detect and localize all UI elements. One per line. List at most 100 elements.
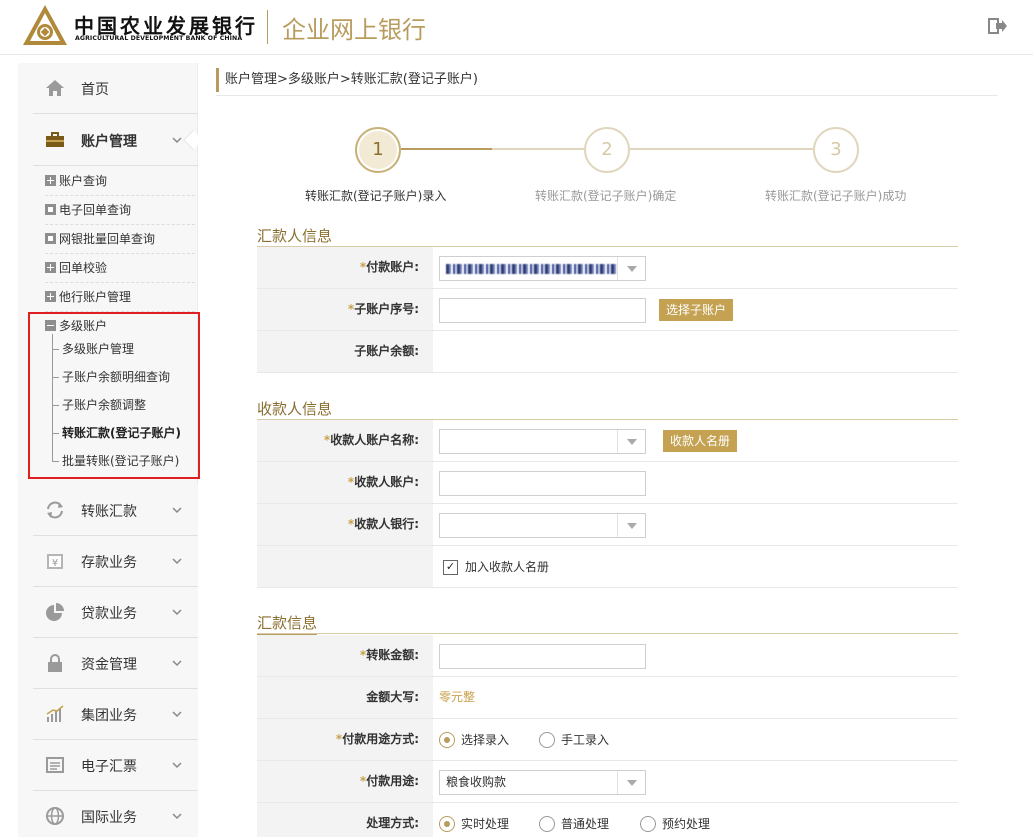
step-3-circle: 3: [813, 127, 859, 173]
chevron-down-icon: [172, 660, 182, 667]
sidebar-item-account-query[interactable]: 账户查询: [45, 172, 107, 192]
briefcase-icon: [46, 132, 64, 147]
row-purpose: *付款用途: 粮食收购款: [257, 761, 958, 803]
radio-process-realtime[interactable]: 实时处理: [439, 816, 509, 834]
dropdown-arrow-icon: [617, 771, 645, 794]
label-payee-bank: 收款人银行:: [354, 517, 419, 531]
home-icon: [46, 80, 64, 96]
row-payee-name: *收款人账户名称: 收款人名册: [257, 420, 958, 462]
payee-account-input[interactable]: [439, 471, 646, 496]
row-amount-upper: 金额大写: 零元整: [257, 677, 958, 719]
highlight-box: [28, 312, 200, 479]
leaf-square-icon: [45, 233, 56, 244]
expand-plus-icon: [45, 291, 56, 302]
row-add-to-payee-list: 加入收款人名册: [257, 546, 958, 588]
divider: [45, 195, 195, 196]
select-sub-account-button[interactable]: 选择子账户: [659, 299, 734, 321]
sidebar-item-other-bank-account[interactable]: 他行账户管理: [45, 288, 131, 308]
nav-loan-label: 贷款业务: [81, 606, 137, 622]
sub-account-no-input[interactable]: [439, 298, 646, 323]
yen-box-icon: ¥: [47, 554, 63, 569]
nav-international-label: 国际业务: [81, 810, 137, 826]
section-rule: [257, 633, 958, 634]
purpose-selected-value: 粮食收购款: [446, 775, 507, 789]
radio-purpose-manual[interactable]: 手工录入: [539, 732, 609, 750]
header: 中国农业发展银行 AGRICULTURAL DEVELOPMENT BANK O…: [0, 0, 1033, 55]
nav-group[interactable]: 集团业务: [33, 689, 198, 740]
logout-icon[interactable]: [986, 15, 1008, 37]
portal-title: 企业网上银行: [282, 16, 426, 44]
nav-home[interactable]: 首页: [33, 63, 198, 114]
row-purpose-mode: *付款用途方式: 选择录入 手工录入: [257, 719, 958, 761]
step-progress-line: [401, 148, 492, 150]
sidebar-item-e-receipt-query[interactable]: 电子回单查询: [45, 201, 131, 221]
payee-name-select[interactable]: [439, 429, 646, 454]
sidebar-item-receipt-verify[interactable]: 回单校验: [45, 259, 107, 279]
step-3-label: 转账汇款(登记子账户)成功: [765, 189, 907, 203]
payee-list-button[interactable]: 收款人名册: [663, 430, 738, 452]
nav-account-management-label: 账户管理: [81, 134, 137, 150]
header-divider: [267, 10, 268, 44]
row-payee-account: *收款人账户:: [257, 462, 958, 504]
nav-loan[interactable]: 贷款业务: [33, 587, 198, 638]
step-1-label: 转账汇款(登记子账户)录入: [305, 189, 447, 203]
step-progress-line: [492, 148, 584, 150]
nav-deposit[interactable]: ¥ 存款业务: [33, 536, 198, 587]
nav-group-label: 集团业务: [81, 708, 137, 724]
chevron-down-icon: [172, 137, 182, 144]
nav-fund[interactable]: 资金管理: [33, 638, 198, 689]
chevron-down-icon: [172, 507, 182, 514]
lock-icon: [48, 654, 62, 672]
row-pay-account: *付款账户:: [257, 247, 958, 289]
nav-account-management[interactable]: 账户管理: [33, 115, 198, 166]
dropdown-arrow-icon: [617, 257, 645, 280]
chevron-down-icon: [172, 711, 182, 718]
label-process-mode: 处理方式:: [366, 816, 419, 830]
label-amount-upper: 金额大写:: [366, 690, 419, 704]
expand-plus-icon: [45, 262, 56, 273]
nav-transfer-label: 转账汇款: [81, 504, 137, 520]
nav-international[interactable]: 国际业务: [33, 791, 198, 837]
purpose-select[interactable]: 粮食收购款: [439, 770, 646, 795]
document-icon: [46, 757, 64, 773]
nav-home-label: 首页: [81, 82, 109, 98]
radio-purpose-select[interactable]: 选择录入: [439, 732, 509, 750]
step-2-label: 转账汇款(登记子账户)确定: [535, 189, 677, 203]
leaf-square-icon: [45, 204, 56, 215]
row-process-mode: 处理方式: 实时处理 普通处理 预约处理: [257, 803, 958, 837]
label-payee-account: 收款人账户:: [354, 475, 419, 489]
nav-ebill-label: 电子汇票: [81, 759, 137, 775]
row-amount: *转账金额:: [257, 635, 958, 677]
svg-text:¥: ¥: [52, 558, 58, 569]
label-purpose-mode: 付款用途方式:: [342, 732, 419, 746]
divider: [45, 224, 195, 225]
row-payee-bank: *收款人银行:: [257, 504, 958, 546]
amount-upper-value: 零元整: [439, 690, 476, 704]
masked-account-number: [446, 263, 616, 274]
sidebar-item-batch-receipt-query[interactable]: 网银批量回单查询: [45, 230, 155, 250]
radio-process-normal[interactable]: 普通处理: [539, 816, 609, 834]
nav-transfer[interactable]: 转账汇款: [33, 485, 198, 536]
nav-deposit-label: 存款业务: [81, 555, 137, 571]
row-sub-account-balance: 子账户余额:: [257, 331, 958, 373]
payee-bank-select[interactable]: [439, 513, 646, 538]
dropdown-arrow-icon: [617, 430, 645, 453]
bank-name-en: AGRICULTURAL DEVELOPMENT BANK OF CHINA: [75, 35, 243, 42]
row-sub-account-no: *子账户序号: 选择子账户: [257, 289, 958, 331]
radio-process-scheduled[interactable]: 预约处理: [640, 816, 710, 834]
step-1-circle: 1: [355, 127, 401, 173]
nav-ebill[interactable]: 电子汇票: [33, 740, 198, 791]
label-sub-account-balance: 子账户余额:: [354, 344, 419, 358]
amount-input[interactable]: [439, 644, 646, 669]
add-to-payee-list-checkbox[interactable]: 加入收款人名册: [443, 560, 549, 575]
chevron-down-icon: [172, 813, 182, 820]
pie-chart-icon: [46, 603, 64, 621]
breadcrumb-divider: [216, 95, 998, 96]
pay-account-select[interactable]: [439, 256, 646, 281]
label-amount: 转账金额:: [366, 648, 419, 662]
refresh-icon: [47, 501, 63, 519]
globe-icon: [46, 807, 64, 825]
label-purpose: 付款用途:: [366, 774, 419, 788]
label-payee-name: 收款人账户名称:: [330, 433, 419, 447]
expand-plus-icon: [45, 175, 56, 186]
